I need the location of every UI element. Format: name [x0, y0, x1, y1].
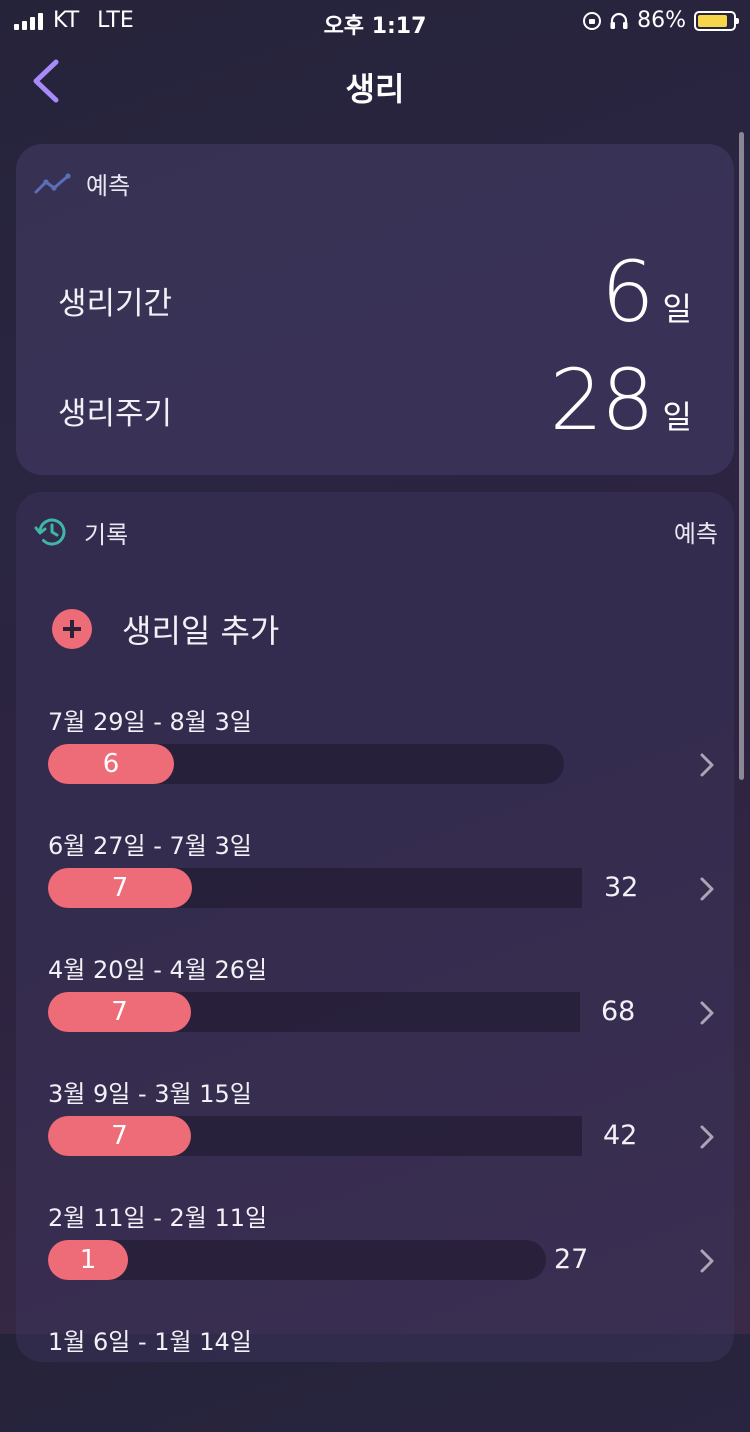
- history-card: 기록 예측 생리일 추가 7월 29일 - 8월 3일 6 6월 27일 - 7…: [16, 492, 734, 1362]
- prediction-link[interactable]: 예측: [674, 514, 718, 549]
- entry-period-bar: 7: [48, 1116, 191, 1156]
- add-period-label: 생리일 추가: [122, 612, 280, 650]
- history-icon: [34, 518, 66, 546]
- chevron-right-icon: [700, 1249, 714, 1273]
- period-length-value: 6 일: [601, 250, 692, 334]
- history-entry[interactable]: 3월 9일 - 3월 15일 7 42: [48, 1074, 734, 1184]
- trend-icon: [34, 172, 71, 193]
- battery-percent: 86%: [637, 8, 686, 33]
- prediction-card: 예측 생리기간 6 일 생리주기 28 일: [16, 144, 734, 475]
- cycle-length-label: 생리주기: [58, 396, 173, 432]
- entry-date: 6월 27일 - 7월 3일: [48, 832, 252, 860]
- entry-date: 2월 11일 - 2월 11일: [48, 1204, 268, 1232]
- entry-period-bar: 7: [48, 992, 191, 1032]
- chevron-right-icon: [700, 1001, 714, 1025]
- cycle-length-unit: 일: [662, 398, 692, 436]
- entry-cycle-length: 68: [601, 996, 636, 1027]
- period-length-number: 6: [601, 243, 654, 341]
- entry-cycle-length: 27: [554, 1244, 589, 1275]
- cycle-length-number: 28: [549, 351, 655, 449]
- chevron-right-icon: [700, 877, 714, 901]
- history-header: 기록: [34, 514, 128, 550]
- page-title: 생리: [345, 70, 405, 108]
- history-entry[interactable]: 1월 6일 - 1월 14일: [48, 1322, 734, 1432]
- entry-period-bar: 1: [48, 1240, 128, 1280]
- history-entry[interactable]: 2월 11일 - 2월 11일 1 27: [48, 1198, 734, 1308]
- entry-date: 7월 29일 - 8월 3일: [48, 708, 252, 736]
- entry-period-bar: 6: [48, 744, 174, 784]
- add-period-button[interactable]: 생리일 추가: [52, 606, 279, 652]
- history-entry[interactable]: 6월 27일 - 7월 3일 7 32: [48, 826, 734, 936]
- entry-track: 1: [48, 1240, 546, 1280]
- entry-cycle-length: 32: [604, 872, 639, 903]
- entry-track: 7: [48, 1116, 582, 1156]
- history-entry[interactable]: 7월 29일 - 8월 3일 6: [48, 702, 734, 812]
- entry-track: 7: [48, 992, 580, 1032]
- history-entry[interactable]: 4월 20일 - 4월 26일 7 68: [48, 950, 734, 1060]
- prediction-header: 예측: [34, 166, 130, 201]
- plus-icon: [52, 609, 92, 649]
- period-length-unit: 일: [662, 290, 692, 328]
- status-bar: KT LTE 오후 1:17 86%: [0, 0, 750, 40]
- chevron-right-icon: [700, 1125, 714, 1149]
- entry-period-bar: 7: [48, 868, 192, 908]
- headphones-icon: [610, 12, 628, 29]
- battery-icon: [694, 10, 739, 31]
- entry-date: 4월 20일 - 4월 26일: [48, 956, 268, 984]
- prediction-header-label: 예측: [86, 172, 131, 200]
- history-header-label: 기록: [84, 520, 129, 549]
- period-length-label: 생리기간: [58, 286, 173, 322]
- nav-bar: 생리: [0, 40, 750, 130]
- scrollbar[interactable]: [739, 132, 744, 780]
- rotation-lock-icon: [583, 11, 602, 30]
- cycle-length-value: 28 일: [550, 358, 692, 442]
- entry-track: 7: [48, 868, 582, 908]
- entry-date: 1월 6일 - 1월 14일: [48, 1328, 252, 1356]
- entry-date: 3월 9일 - 3월 15일: [48, 1080, 252, 1108]
- chevron-right-icon: [700, 753, 714, 777]
- entry-cycle-length: 42: [603, 1120, 638, 1151]
- status-right: 86%: [583, 8, 739, 33]
- entry-track: 6: [48, 744, 564, 784]
